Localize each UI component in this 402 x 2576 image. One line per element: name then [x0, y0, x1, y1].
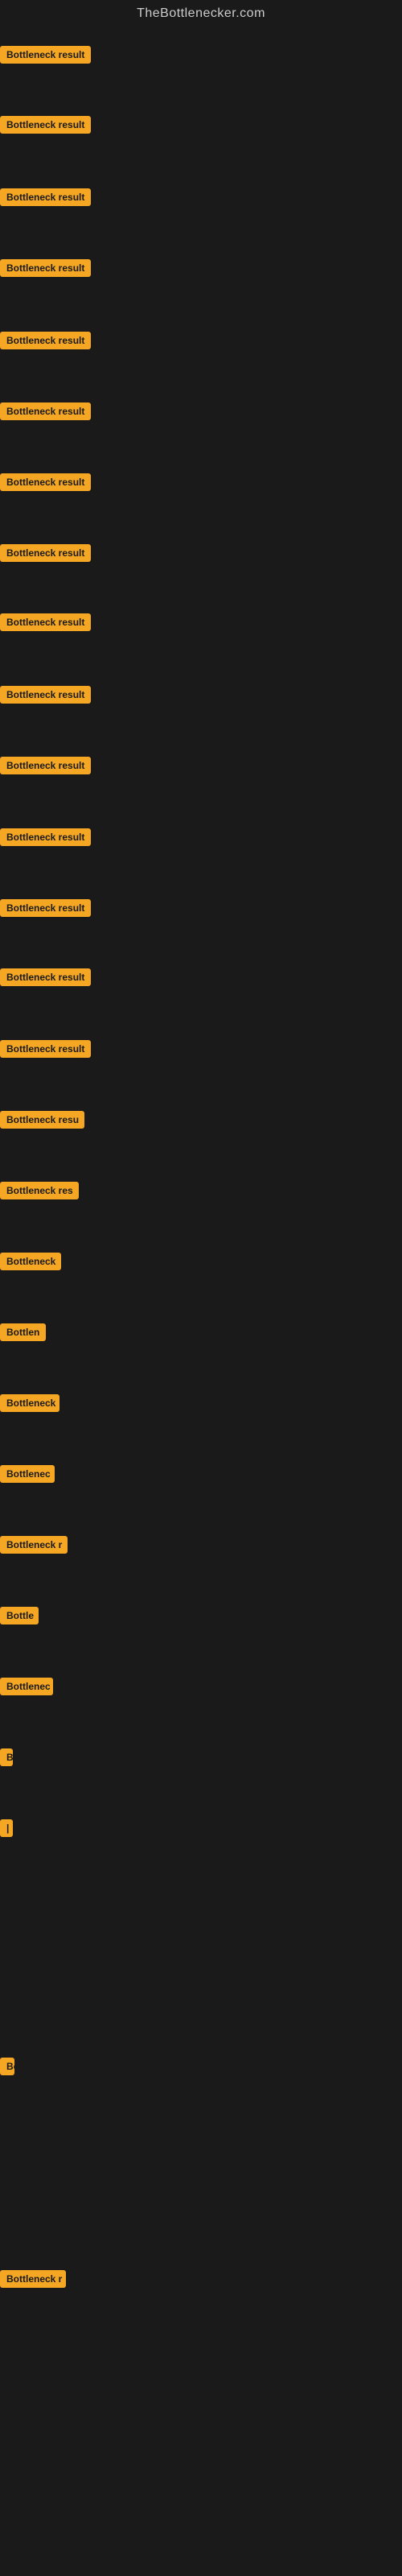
- bottleneck-badge: Bottleneck result: [0, 686, 91, 704]
- bottleneck-badge: Bottleneck result: [0, 757, 91, 774]
- bottleneck-badge: Bottleneck result: [0, 188, 91, 206]
- bottleneck-item[interactable]: Bottleneck result: [0, 332, 91, 353]
- bottleneck-item[interactable]: B: [0, 1748, 13, 1770]
- bottleneck-badge: Bottleneck resu: [0, 1111, 84, 1129]
- bottleneck-badge: Bottleneck result: [0, 259, 91, 277]
- bottleneck-item[interactable]: Bottleneck result: [0, 968, 91, 990]
- bottleneck-badge: Bottleneck result: [0, 46, 91, 64]
- bottleneck-badge: Bottleneck: [0, 1394, 59, 1412]
- bottleneck-badge: Bottleneck result: [0, 613, 91, 631]
- bottleneck-item[interactable]: Bottleneck result: [0, 899, 91, 921]
- bottleneck-item[interactable]: Bo: [0, 2058, 14, 2079]
- bottleneck-item[interactable]: Bottleneck r: [0, 1536, 68, 1558]
- bottleneck-item[interactable]: Bottleneck resu: [0, 1111, 84, 1133]
- bottleneck-badge: Bottleneck result: [0, 332, 91, 349]
- bottleneck-item[interactable]: Bottlenec: [0, 1465, 55, 1487]
- bottleneck-item[interactable]: Bottleneck result: [0, 544, 91, 566]
- bottleneck-badge: Bottlen: [0, 1323, 46, 1341]
- bottleneck-item[interactable]: Bottlen: [0, 1323, 46, 1345]
- bottleneck-item[interactable]: Bottleneck result: [0, 473, 91, 495]
- bottleneck-item[interactable]: Bottleneck result: [0, 613, 91, 635]
- bottleneck-item[interactable]: Bottleneck res: [0, 1182, 79, 1203]
- bottleneck-badge: Bottleneck result: [0, 899, 91, 917]
- bottleneck-badge: Bottlenec: [0, 1465, 55, 1483]
- bottleneck-badge: Bottleneck result: [0, 544, 91, 562]
- bottleneck-item[interactable]: Bottleneck result: [0, 188, 91, 210]
- bottleneck-badge: Bottle: [0, 1607, 39, 1624]
- bottleneck-item[interactable]: Bottlenec: [0, 1678, 53, 1699]
- bottleneck-item[interactable]: Bottleneck result: [0, 828, 91, 850]
- bottleneck-badge: Bottleneck: [0, 1253, 61, 1270]
- bottleneck-item[interactable]: Bottleneck: [0, 1253, 61, 1274]
- bottleneck-badge: Bottleneck result: [0, 828, 91, 846]
- bottleneck-badge: Bottleneck result: [0, 1040, 91, 1058]
- bottleneck-badge: Bottleneck result: [0, 402, 91, 420]
- bottleneck-badge: Bo: [0, 2058, 14, 2075]
- site-title: TheBottlenecker.com: [0, 0, 402, 27]
- bottleneck-item[interactable]: Bottle: [0, 1607, 39, 1629]
- bottleneck-badge: Bottleneck r: [0, 2270, 66, 2288]
- bottleneck-item[interactable]: Bottleneck result: [0, 116, 91, 138]
- bottleneck-item[interactable]: Bottleneck result: [0, 402, 91, 424]
- bottleneck-badge: |: [0, 1819, 13, 1837]
- bottleneck-badge: Bottleneck result: [0, 116, 91, 134]
- bottleneck-item[interactable]: Bottleneck result: [0, 1040, 91, 1062]
- bottleneck-item[interactable]: Bottleneck result: [0, 757, 91, 778]
- bottleneck-badge: Bottleneck res: [0, 1182, 79, 1199]
- bottleneck-badge: Bottleneck result: [0, 473, 91, 491]
- bottleneck-badge: Bottleneck result: [0, 968, 91, 986]
- bottleneck-badge: B: [0, 1748, 13, 1766]
- bottleneck-badge: Bottleneck r: [0, 1536, 68, 1554]
- bottleneck-item[interactable]: Bottleneck result: [0, 46, 91, 68]
- bottleneck-item[interactable]: |: [0, 1819, 13, 1841]
- bottleneck-item[interactable]: Bottleneck r: [0, 2270, 66, 2292]
- bottleneck-item[interactable]: Bottleneck result: [0, 259, 91, 281]
- bottleneck-badge: Bottlenec: [0, 1678, 53, 1695]
- bottleneck-item[interactable]: Bottleneck result: [0, 686, 91, 708]
- bottleneck-item[interactable]: Bottleneck: [0, 1394, 59, 1416]
